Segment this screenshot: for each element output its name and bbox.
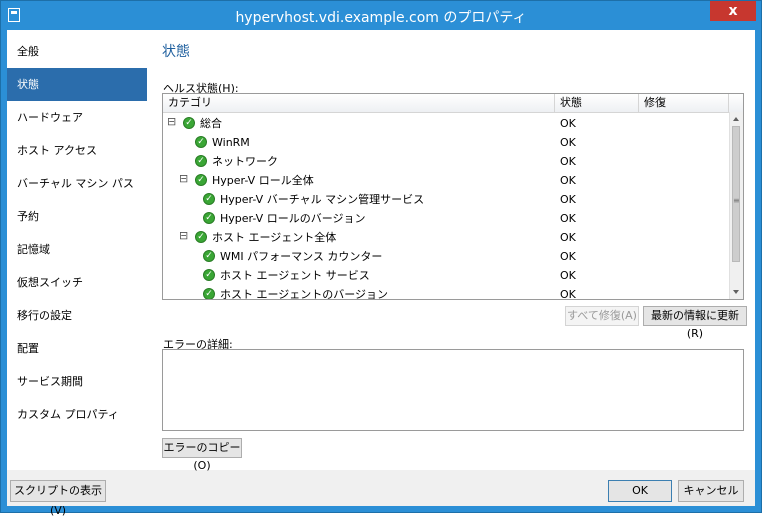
refresh-button[interactable]: 最新の情報に更新(R) — [643, 306, 747, 340]
view-script-button[interactable]: スクリプトの表示(V) — [10, 480, 106, 517]
title-bar: hypervhost.vdi.example.com のプロパティ x — [1, 1, 761, 30]
table-row[interactable]: ✓ ホスト エージェント サービス OK — [163, 266, 729, 285]
row-status: OK — [560, 231, 576, 244]
row-status: OK — [560, 155, 576, 168]
vertical-scrollbar[interactable]: ≡ — [729, 112, 743, 299]
row-category: Hyper-V バーチャル マシン管理サービス — [220, 193, 425, 206]
table-row[interactable]: ✓ Hyper-V バーチャル マシン管理サービス OK — [163, 190, 729, 209]
row-status: OK — [560, 288, 576, 300]
main-panel: 状態 ヘルス状態(H): カテゴリ 状態 修復 ⊟ ✓ 総合 OK ✓ WinRM OK ✓ ネ… — [147, 30, 755, 472]
sidebar-item[interactable]: 仮想スイッチ — [7, 266, 147, 299]
dialog-client: 全般 状態 ハードウェア ホスト アクセス バーチャル マシン パス 予約 記憶域 仮想スイッ… — [7, 30, 755, 517]
sidebar-item[interactable]: 記憶域 — [7, 233, 147, 266]
row-category: ホスト エージェント サービス — [220, 269, 370, 282]
row-category: Hyper-V ロールのバージョン — [220, 212, 366, 225]
status-ok-icon: ✓ — [203, 269, 215, 281]
status-ok-icon: ✓ — [195, 155, 207, 167]
table-row[interactable]: ✓ ホスト エージェントのバージョン OK — [163, 285, 729, 300]
properties-window: hypervhost.vdi.example.com のプロパティ x 全般 状態… — [0, 0, 762, 517]
row-status: OK — [560, 193, 576, 206]
sidebar-item[interactable]: 状態 — [7, 68, 147, 101]
status-ok-icon: ✓ — [203, 193, 215, 205]
row-status: OK — [560, 250, 576, 263]
ok-button[interactable]: OK — [608, 480, 672, 502]
status-ok-icon: ✓ — [183, 117, 195, 129]
cancel-button[interactable]: キャンセル — [678, 480, 744, 502]
status-ok-icon: ✓ — [203, 250, 215, 262]
status-ok-icon: ✓ — [195, 231, 207, 243]
table-row[interactable]: ✓ WMI パフォーマンス カウンター OK — [163, 247, 729, 266]
row-category: WMI パフォーマンス カウンター — [220, 250, 383, 263]
row-status: OK — [560, 269, 576, 282]
sidebar-item[interactable]: サービス期間 — [7, 365, 147, 398]
repair-all-button[interactable]: すべて修復(A) — [565, 306, 639, 326]
scroll-thumb[interactable] — [732, 126, 740, 262]
row-status: OK — [560, 174, 576, 187]
sidebar-item[interactable]: ハードウェア — [7, 101, 147, 134]
row-category: ホスト エージェントのバージョン — [220, 288, 389, 300]
row-status: OK — [560, 212, 576, 225]
row-category: ホスト エージェント全体 — [212, 231, 337, 244]
table-row[interactable]: ✓ Hyper-V ロールのバージョン OK — [163, 209, 729, 228]
row-status: OK — [560, 136, 576, 149]
table-row[interactable]: ⊟ ✓ Hyper-V ロール全体 OK — [163, 171, 729, 190]
table-row[interactable]: ✓ ネットワーク OK — [163, 152, 729, 171]
column-header-repair[interactable]: 修復 — [639, 94, 729, 112]
collapse-toggle-icon[interactable]: ⊟ — [179, 230, 188, 241]
status-ok-icon: ✓ — [195, 174, 207, 186]
copy-errors-button[interactable]: エラーのコピー(O) — [162, 438, 242, 472]
column-header-category[interactable]: カテゴリ — [163, 94, 555, 112]
table-row[interactable]: ✓ WinRM OK — [163, 133, 729, 152]
row-category: 総合 — [200, 117, 222, 130]
sidebar-item[interactable]: ホスト アクセス — [7, 134, 147, 167]
status-ok-icon: ✓ — [195, 136, 207, 148]
scroll-down-icon[interactable] — [733, 290, 739, 294]
row-category: WinRM — [212, 136, 250, 149]
close-button[interactable]: x — [710, 1, 756, 21]
status-ok-icon: ✓ — [203, 288, 215, 299]
status-ok-icon: ✓ — [203, 212, 215, 224]
sidebar-item[interactable]: 予約 — [7, 200, 147, 233]
row-category: ネットワーク — [212, 155, 278, 168]
scroll-up-icon[interactable] — [733, 117, 739, 121]
sidebar: 全般 状態 ハードウェア ホスト アクセス バーチャル マシン パス 予約 記憶域 仮想スイッ… — [7, 30, 147, 470]
sidebar-item[interactable]: バーチャル マシン パス — [7, 167, 147, 200]
sidebar-item[interactable]: 全般 — [7, 35, 147, 68]
page-title: 状態 — [162, 44, 190, 60]
scroll-grip-icon: ≡ — [733, 196, 740, 205]
row-status: OK — [560, 117, 576, 130]
health-grid[interactable]: カテゴリ 状態 修復 ⊟ ✓ 総合 OK ✓ WinRM OK ✓ ネットワーク OK ⊟ ✓ Hype… — [162, 93, 744, 300]
table-row[interactable]: ⊟ ✓ ホスト エージェント全体 OK — [163, 228, 729, 247]
sidebar-item[interactable]: 配置 — [7, 332, 147, 365]
table-row[interactable]: ⊟ ✓ 総合 OK — [163, 114, 729, 133]
sidebar-item[interactable]: カスタム プロパティ — [7, 398, 147, 431]
row-category: Hyper-V ロール全体 — [212, 174, 314, 187]
column-header-status[interactable]: 状態 — [555, 94, 639, 112]
collapse-toggle-icon[interactable]: ⊟ — [179, 173, 188, 184]
grid-header: カテゴリ 状態 修復 — [163, 94, 743, 113]
collapse-toggle-icon[interactable]: ⊟ — [167, 116, 176, 127]
sidebar-item[interactable]: 移行の設定 — [7, 299, 147, 332]
window-title: hypervhost.vdi.example.com のプロパティ — [235, 10, 527, 26]
error-details-box[interactable] — [162, 349, 744, 431]
